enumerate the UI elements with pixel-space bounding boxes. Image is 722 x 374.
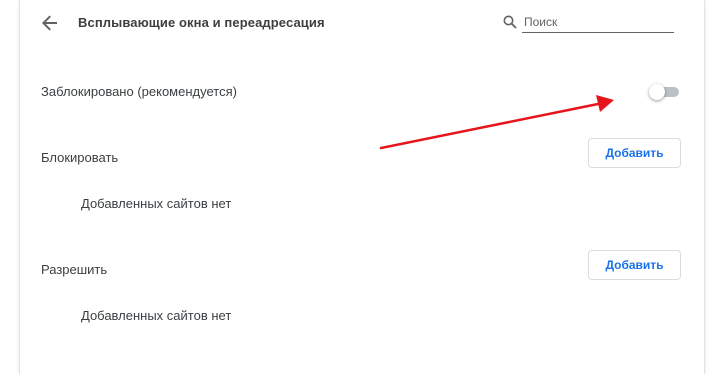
add-blocked-site-button[interactable]: Добавить bbox=[588, 138, 681, 168]
page-header: Всплывающие окна и переадресация bbox=[20, 0, 704, 46]
add-allowed-site-button[interactable]: Добавить bbox=[588, 250, 681, 280]
allow-section-title: Разрешить bbox=[41, 262, 108, 277]
settings-card: Всплывающие окна и переадресация Заблоки… bbox=[19, 0, 705, 374]
search-icon[interactable] bbox=[502, 14, 518, 30]
page-title: Всплывающие окна и переадресация bbox=[78, 15, 325, 30]
block-section-title: Блокировать bbox=[41, 150, 119, 165]
search-box bbox=[502, 10, 684, 34]
back-button[interactable] bbox=[38, 11, 62, 35]
toggle-knob bbox=[649, 84, 665, 100]
block-empty-text: Добавленных сайтов нет bbox=[81, 196, 232, 211]
blocked-toggle[interactable] bbox=[649, 84, 681, 100]
search-input[interactable] bbox=[522, 12, 674, 33]
allow-empty-text: Добавленных сайтов нет bbox=[81, 308, 232, 323]
blocked-setting-label: Заблокировано (рекомендуется) bbox=[41, 84, 237, 99]
arrow-back-icon bbox=[42, 15, 57, 31]
